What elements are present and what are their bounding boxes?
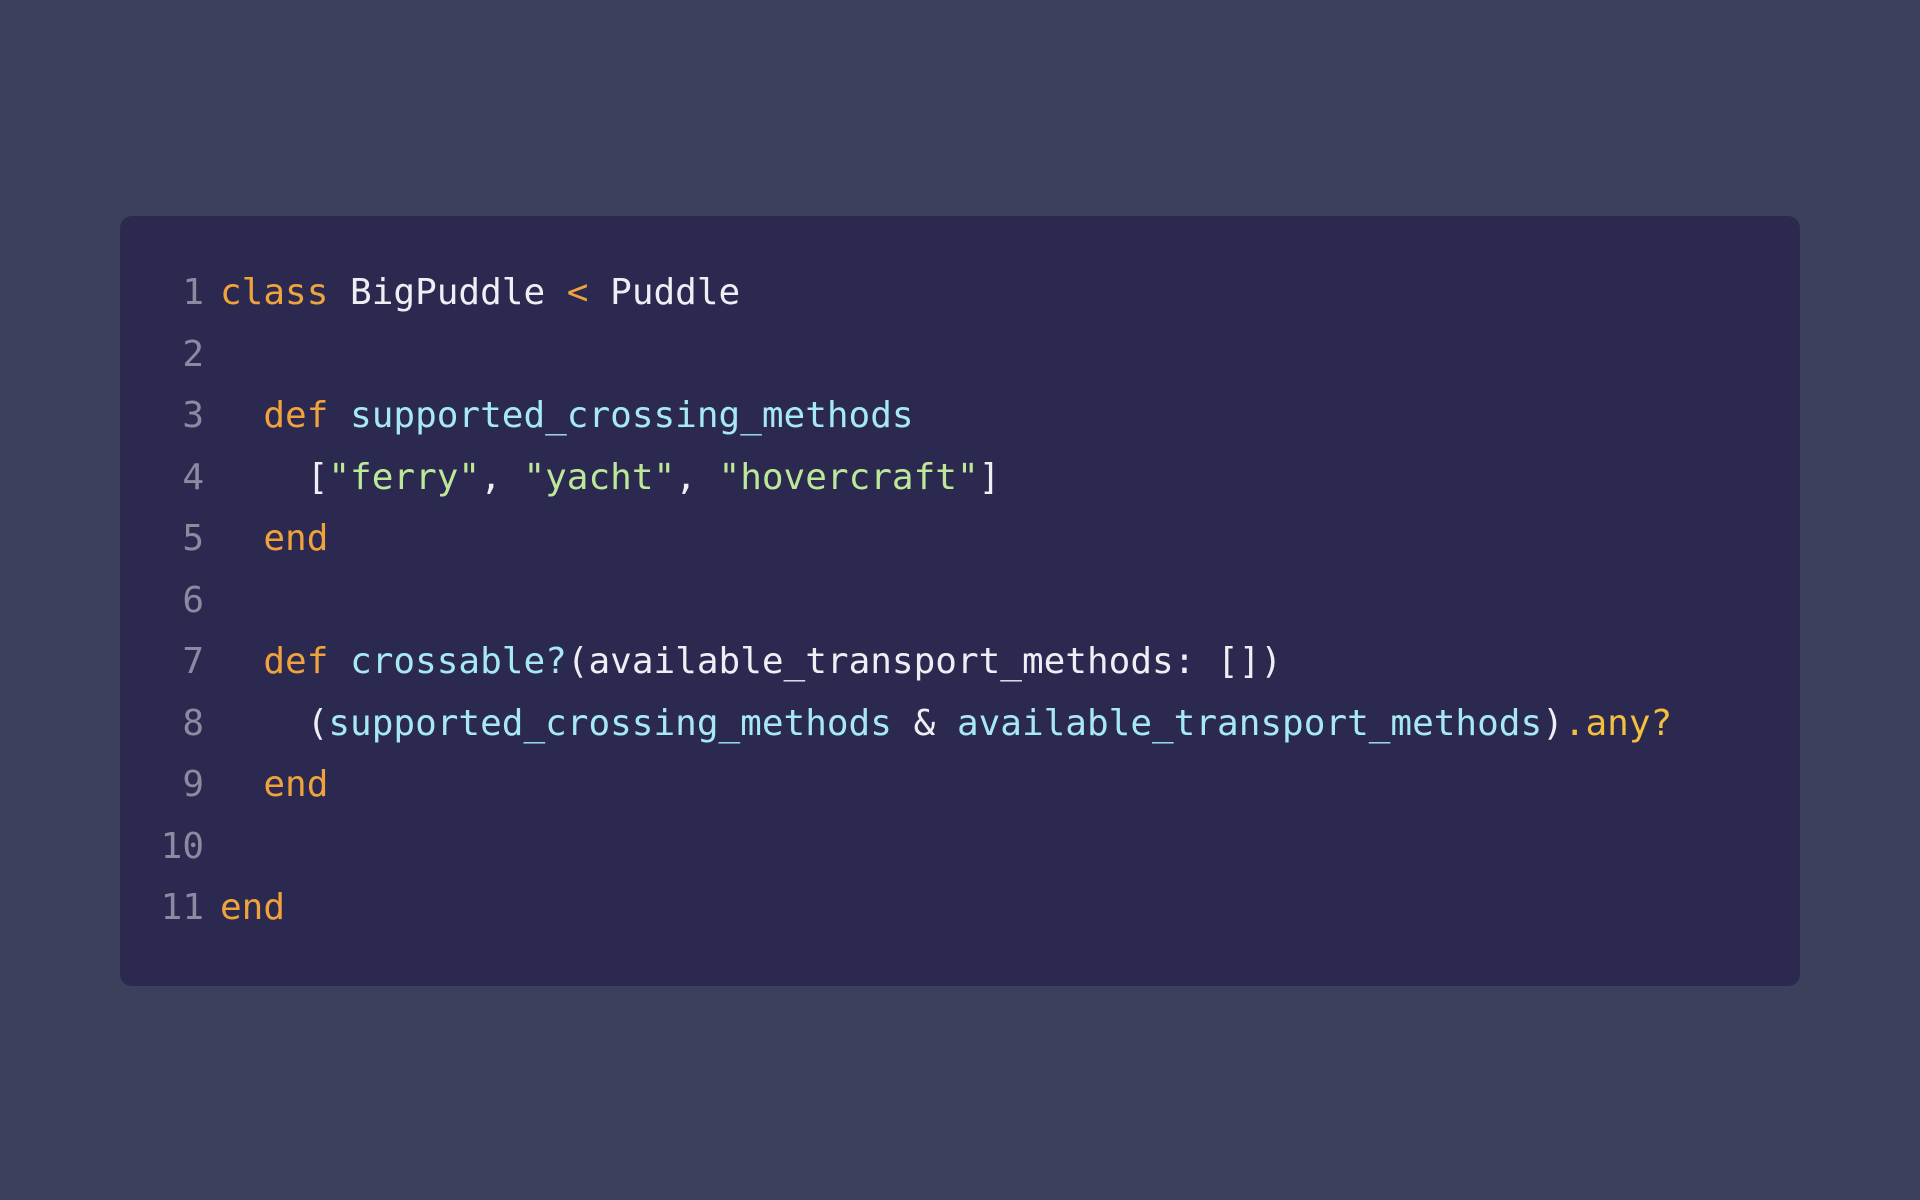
code-token-plain: & bbox=[891, 702, 957, 744]
line-number: 2 bbox=[182, 333, 204, 375]
code-token-method: supported_crossing_methods bbox=[328, 702, 892, 744]
code-token-keyword: def bbox=[220, 395, 329, 436]
line-number: 7 bbox=[182, 641, 204, 682]
code-token-plain: , bbox=[480, 456, 524, 498]
code-line: 1 class BigPuddle < Puddle bbox=[120, 262, 1800, 324]
line-number: 4 bbox=[182, 456, 204, 498]
line-code: end bbox=[220, 877, 285, 939]
code-block: 1 class BigPuddle < Puddle 2 3 def supporte… bbox=[120, 216, 1800, 986]
code-token-method: supported_crossing_methods bbox=[350, 395, 914, 436]
line-number: 10 bbox=[160, 825, 204, 867]
code-line: 3 def supported_crossing_methods bbox=[120, 385, 1800, 447]
line-number: 3 bbox=[182, 395, 204, 436]
code-token-plain: Puddle bbox=[588, 272, 741, 313]
code-token-keyword: end bbox=[220, 764, 329, 805]
code-token-plain: ( bbox=[220, 702, 329, 744]
line-code: class BigPuddle < Puddle bbox=[220, 262, 740, 324]
code-token-string: "hovercraft" bbox=[718, 456, 979, 498]
code-token-keyword: < bbox=[566, 272, 589, 313]
code-token-plain: ] bbox=[978, 456, 1001, 498]
code-token-keyword: end bbox=[220, 518, 329, 559]
line-number: 5 bbox=[182, 518, 204, 559]
code-token-plain: ) bbox=[1542, 702, 1564, 744]
line-number: 8 bbox=[182, 702, 204, 744]
line-code: def supported_crossing_methods bbox=[220, 385, 914, 447]
code-token-keyword: end bbox=[220, 887, 286, 928]
code-token-plain: (available_transport_methods: []) bbox=[566, 641, 1283, 682]
line-number: 6 bbox=[182, 579, 204, 621]
code-token-method: available_transport_methods bbox=[956, 702, 1543, 744]
line-code: end bbox=[220, 754, 328, 816]
line-number: 11 bbox=[160, 887, 204, 928]
code-line: 2 bbox=[120, 324, 1800, 386]
code-line: 4 ["ferry", "yacht", "hovercraft"] bbox=[120, 447, 1800, 509]
line-code: (supported_crossing_methods & available_… bbox=[220, 693, 1673, 755]
line-code: ["ferry", "yacht", "hovercraft"] bbox=[220, 447, 1001, 509]
code-line: 11 end bbox=[120, 877, 1800, 939]
code-token-string: "yacht" bbox=[523, 456, 676, 498]
code-line: 8 (supported_crossing_methods & availabl… bbox=[120, 693, 1800, 755]
code-token-accent: .any? bbox=[1563, 702, 1673, 744]
code-lines: 1 class BigPuddle < Puddle 2 3 def supporte… bbox=[120, 262, 1800, 939]
line-code: end bbox=[220, 508, 328, 570]
code-line: 9 end bbox=[120, 754, 1800, 816]
line-number: 9 bbox=[182, 764, 204, 805]
code-line: 10 bbox=[120, 816, 1800, 878]
code-line: 5 end bbox=[120, 508, 1800, 570]
code-token-plain: BigPuddle bbox=[328, 272, 567, 313]
line-number: 1 bbox=[182, 272, 204, 313]
code-token-plain: [ bbox=[220, 456, 329, 498]
code-token-method: crossable? bbox=[350, 641, 567, 682]
code-token-string: "ferry" bbox=[328, 456, 481, 498]
code-line: 7 def crossable?(available_transport_met… bbox=[120, 631, 1800, 693]
code-line: 6 bbox=[120, 570, 1800, 632]
code-token-plain: , bbox=[675, 456, 719, 498]
code-token-keyword: class bbox=[220, 272, 329, 313]
line-code: def crossable?(available_transport_metho… bbox=[220, 631, 1282, 693]
code-token-keyword: def bbox=[220, 641, 329, 682]
